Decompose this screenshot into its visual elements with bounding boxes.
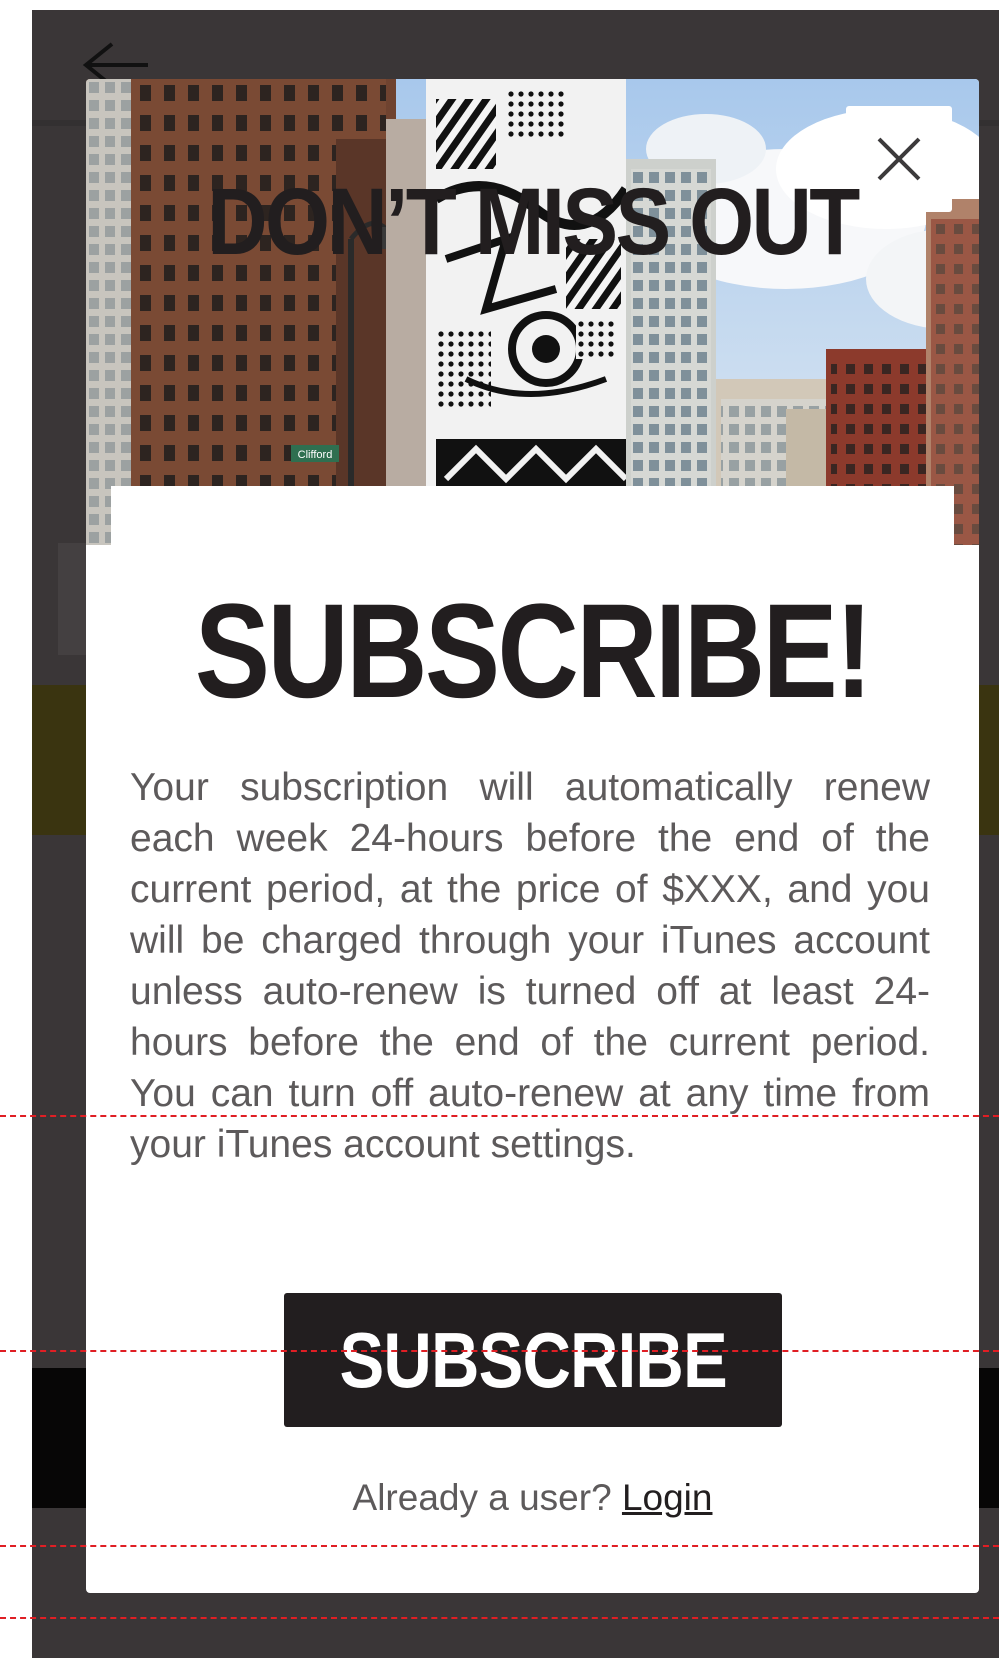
headline-subscribe: SUBSCRIBE! — [194, 577, 873, 726]
street-sign-text: Clifford — [298, 449, 333, 461]
login-link[interactable]: Login — [622, 1477, 713, 1518]
subscription-terms-text: Your subscription will automatically ren… — [130, 766, 930, 1166]
login-prompt-row: Already a user? Login — [86, 1477, 979, 1519]
subscribe-button-label: SUBSCRIBE — [339, 1315, 727, 1404]
headline-dont-miss-out: DON’T MISS OUT — [207, 169, 860, 275]
subscribe-button[interactable]: SUBSCRIBE — [284, 1293, 782, 1427]
login-prompt-text: Already a user? — [352, 1477, 612, 1518]
subscribe-modal: Clifford DON’T MISS OUT SUBSCRIBE! Your … — [86, 79, 979, 1593]
